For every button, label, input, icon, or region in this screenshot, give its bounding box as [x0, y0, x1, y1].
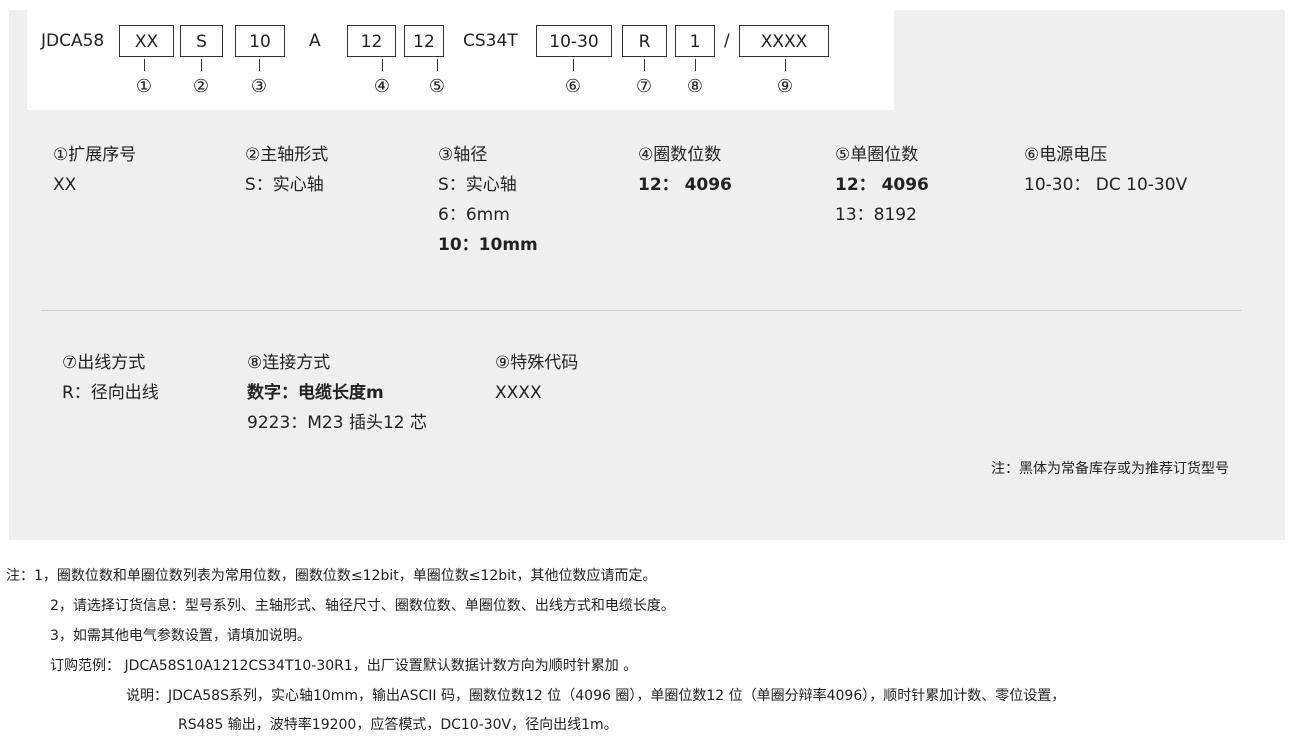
tick-4 — [382, 59, 383, 71]
spec-panel: JDCA58 XX S 10 A 12 12 CS34T 10-30 R 1 /… — [9, 10, 1285, 540]
field-supply-voltage: ⑥电源电压 10-30： DC 10-30V — [1024, 140, 1187, 200]
code-box-4: 12 — [347, 25, 396, 57]
field-special-code: ⑨特殊代码 XXXX — [495, 348, 578, 408]
marker-4: ④ — [373, 76, 391, 97]
tick-2 — [201, 59, 202, 71]
code-box-6: 10-30 — [536, 25, 612, 57]
field-heading: ⑨特殊代码 — [495, 353, 579, 373]
field-heading: ⑤单圈位数 — [835, 145, 919, 165]
code-box-8: 1 — [675, 25, 715, 57]
field-heading: ⑦出线方式 — [62, 353, 146, 373]
field-heading: ④圈数位数 — [638, 145, 722, 165]
tick-9 — [785, 59, 786, 71]
field-value: 9223：M23 插头12 芯 — [247, 413, 428, 433]
tick-5 — [437, 59, 438, 71]
note-3: 3，如需其他电气参数设置，请填加说明。 — [50, 628, 311, 644]
field-shaft-diameter: ③轴径 S：实心轴 6：6mm 10：10mm — [438, 140, 538, 260]
field-value-recommended: 数字：电缆长度m — [247, 383, 384, 403]
marker-2: ② — [192, 76, 210, 97]
field-value: R：径向出线 — [62, 383, 159, 403]
order-example: 订购范例： JDCA58S10A1212CS34T10-30R1，出厂设置默认数… — [50, 658, 638, 674]
field-value-recommended: 12： 4096 — [835, 175, 929, 195]
field-value: 13：8192 — [835, 205, 917, 225]
field-value: XXXX — [495, 383, 542, 403]
field-shaft-type: ②主轴形式 S：实心轴 — [245, 140, 328, 200]
marker-8: ⑧ — [686, 76, 704, 97]
tick-1 — [144, 59, 145, 71]
field-heading: ①扩展序号 — [53, 145, 137, 165]
tick-6 — [573, 59, 574, 71]
marker-9: ⑨ — [776, 76, 794, 97]
field-heading: ②主轴形式 — [245, 145, 329, 165]
marker-1: ① — [135, 76, 153, 97]
field-heading: ⑥电源电压 — [1024, 145, 1108, 165]
field-value: 6：6mm — [438, 205, 510, 225]
field-connection: ⑧连接方式 数字：电缆长度m 9223：M23 插头12 芯 — [247, 348, 427, 438]
divider — [41, 310, 1241, 311]
code-box-3: 10 — [235, 25, 285, 57]
explanation-line-1: 说明：JDCA58S系列，实心轴10mm，输出ASCII 码，圈数位数12 位（… — [126, 688, 1066, 704]
field-value: S：实心轴 — [438, 175, 517, 195]
note-1: 注：1，圈数位数和单圈位数列表为常用位数，圈数位数≤12bit，单圈位数≤12b… — [6, 568, 657, 584]
field-value: S：实心轴 — [245, 175, 324, 195]
code-box-7: R — [622, 25, 667, 57]
panel-note: 注：黑体为常备库存或为推荐订货型号 — [991, 461, 1229, 477]
code-prefix: JDCA58 — [41, 31, 105, 51]
tick-3 — [259, 59, 260, 71]
code-slash: / — [724, 31, 730, 51]
code-a: A — [309, 31, 321, 51]
code-box-2: S — [180, 25, 223, 57]
field-extension-number: ①扩展序号 XX — [53, 140, 136, 200]
field-cable-exit: ⑦出线方式 R：径向出线 — [62, 348, 159, 408]
marker-3: ③ — [250, 76, 268, 97]
marker-6: ⑥ — [564, 76, 582, 97]
field-single-turn-bits: ⑤单圈位数 12： 4096 13：8192 — [835, 140, 929, 230]
code-box-1: XX — [119, 25, 174, 57]
code-box-5: 12 — [404, 25, 444, 57]
field-heading: ③轴径 — [438, 145, 488, 165]
code-cs: CS34T — [463, 31, 518, 51]
field-value-recommended: 12： 4096 — [638, 175, 732, 195]
code-box-9: XXXX — [739, 25, 829, 57]
tick-7 — [644, 59, 645, 71]
marker-7: ⑦ — [635, 76, 653, 97]
explanation-line-2: RS485 输出，波特率19200，应答模式，DC10-30V，径向出线1m。 — [178, 717, 618, 733]
field-value-recommended: 10：10mm — [438, 235, 538, 255]
model-code-box: JDCA58 XX S 10 A 12 12 CS34T 10-30 R 1 /… — [27, 10, 894, 110]
tick-8 — [695, 59, 696, 71]
field-value: 10-30： DC 10-30V — [1024, 175, 1188, 195]
marker-5: ⑤ — [428, 76, 446, 97]
field-turn-bits: ④圈数位数 12： 4096 — [638, 140, 732, 200]
field-heading: ⑧连接方式 — [247, 353, 331, 373]
field-value: XX — [53, 175, 77, 195]
note-2: 2，请选择订货信息：型号系列、主轴形式、轴径尺寸、圈数位数、单圈位数、出线方式和… — [50, 598, 675, 614]
